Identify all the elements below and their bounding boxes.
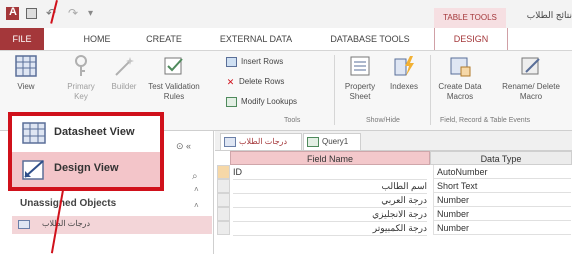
field-name-cell[interactable]: ID bbox=[233, 165, 427, 180]
row-selector[interactable] bbox=[217, 221, 230, 235]
indexes-label: Indexes bbox=[389, 82, 419, 91]
indexes-lightning-icon bbox=[394, 56, 414, 76]
show-hide-group-label: Show/Hide bbox=[366, 117, 400, 124]
ribbon-tab-bar: FILE HOME CREATE EXTERNAL DATA DATABASE … bbox=[0, 28, 572, 51]
table-design-grid: Field Name Data Type ID AutoNumber اسم ا… bbox=[217, 151, 572, 254]
query-icon bbox=[307, 136, 319, 147]
datasheet-view-icon bbox=[22, 122, 46, 144]
field-name-cell[interactable]: درجة الانجليزي bbox=[233, 207, 427, 222]
key-icon bbox=[75, 55, 87, 76]
field-name-cell[interactable]: درجة الكمبيوتر bbox=[233, 221, 427, 236]
builder-button[interactable]: Builder bbox=[104, 55, 144, 92]
view-button-label: View bbox=[17, 82, 35, 91]
tools-group-label: Tools bbox=[284, 117, 301, 124]
primary-key-label: Primary Key bbox=[67, 82, 95, 101]
row-selector[interactable] bbox=[217, 165, 230, 179]
data-macro-icon bbox=[450, 57, 471, 77]
doc-tab-table-label: درجات الطلاب bbox=[239, 137, 288, 146]
document-tab-bar: درجات الطلاب Query1 bbox=[215, 131, 572, 151]
row-selector[interactable] bbox=[217, 179, 230, 193]
chevron-up-icon[interactable]: ˄ bbox=[194, 201, 199, 210]
access-app-icon bbox=[6, 6, 19, 20]
create-data-macros-label: Create Data Macros bbox=[438, 82, 482, 101]
modify-lookups-label: Modify Lookups bbox=[241, 97, 298, 107]
delete-rows-button[interactable]: ✕ Delete Rows bbox=[226, 76, 285, 87]
rename-delete-macro-button[interactable]: Rename/ Delete Macro bbox=[494, 55, 568, 102]
table-view-icon bbox=[15, 55, 37, 77]
view-dropdown-menu: Datasheet View Design View bbox=[8, 112, 164, 191]
data-type-cell[interactable]: Short Text bbox=[433, 179, 571, 193]
datasheet-view-menu-item[interactable]: Datasheet View bbox=[12, 116, 160, 151]
redo-icon[interactable]: ↷ bbox=[68, 7, 79, 19]
insert-rows-button[interactable]: Insert Rows bbox=[226, 57, 283, 67]
chevron-up-icon[interactable]: ˄ bbox=[194, 185, 199, 194]
document-title: نتائج الطلاب bbox=[526, 10, 572, 20]
primary-key-button[interactable]: Primary Key bbox=[60, 55, 102, 102]
table-icon bbox=[18, 220, 30, 229]
group-separator bbox=[430, 55, 431, 125]
table-icon bbox=[224, 136, 236, 147]
nav-table-item[interactable]: درجات الطلاب bbox=[12, 216, 212, 234]
doc-tab-query[interactable]: Query1 bbox=[303, 133, 361, 150]
field-record-table-events-group-label: Field, Record & Table Events bbox=[440, 117, 531, 124]
modify-lookups-icon bbox=[226, 97, 237, 107]
rename-delete-macro-label: Rename/ Delete Macro bbox=[502, 82, 560, 101]
data-type-cell[interactable]: Number bbox=[433, 221, 571, 235]
field-name-header: Field Name bbox=[230, 151, 430, 165]
builder-wand-icon bbox=[115, 57, 134, 76]
data-type-header: Data Type bbox=[430, 151, 572, 165]
save-icon[interactable] bbox=[26, 8, 37, 19]
property-sheet-label: Property Sheet bbox=[344, 82, 376, 101]
modify-lookups-button[interactable]: Modify Lookups bbox=[226, 97, 297, 107]
design-view-menu-item[interactable]: Design View bbox=[12, 152, 160, 187]
contextual-tab-group-label: TABLE TOOLS bbox=[434, 8, 506, 28]
rename-macro-icon bbox=[521, 57, 540, 75]
insert-rows-icon bbox=[226, 57, 237, 67]
tab-design[interactable]: DESIGN bbox=[434, 28, 508, 50]
group-separator bbox=[334, 55, 335, 125]
data-type-cell[interactable]: AutoNumber bbox=[433, 165, 571, 179]
datasheet-view-label: Datasheet View bbox=[54, 126, 135, 138]
design-view-icon bbox=[22, 160, 44, 180]
view-button[interactable]: View bbox=[10, 55, 42, 92]
property-sheet-button[interactable]: Property Sheet bbox=[338, 55, 382, 102]
doc-tab-table[interactable]: درجات الطلاب bbox=[220, 133, 302, 150]
access-window: ↶ ↷ ▾ TABLE TOOLS نتائج الطلاب FILE HOME… bbox=[0, 0, 572, 254]
tab-external-data[interactable]: EXTERNAL DATA bbox=[208, 28, 304, 50]
delete-rows-label: Delete Rows bbox=[239, 77, 285, 86]
customize-quick-access-icon[interactable]: ▾ bbox=[88, 8, 99, 19]
data-type-cell[interactable]: Number bbox=[433, 193, 571, 207]
design-view-label: Design View bbox=[54, 162, 119, 174]
tab-database-tools[interactable]: DATABASE TOOLS bbox=[320, 28, 420, 50]
builder-label: Builder bbox=[111, 82, 137, 91]
search-icon[interactable]: ⌕ bbox=[192, 171, 198, 182]
row-selector[interactable] bbox=[217, 207, 230, 221]
unassigned-objects-group[interactable]: Unassigned Objects bbox=[20, 198, 116, 209]
validation-check-icon bbox=[164, 57, 183, 75]
indexes-button[interactable]: Indexes bbox=[386, 55, 422, 92]
title-bar: ↶ ↷ ▾ TABLE TOOLS نتائج الطلاب bbox=[0, 0, 572, 28]
tab-home[interactable]: HOME bbox=[72, 28, 122, 50]
tab-file[interactable]: FILE bbox=[0, 28, 44, 50]
tab-create[interactable]: CREATE bbox=[138, 28, 190, 50]
doc-tab-query-label: Query1 bbox=[322, 137, 349, 146]
data-type-cell[interactable]: Number bbox=[433, 207, 571, 221]
test-validation-rules-button[interactable]: Test Validation Rules bbox=[148, 55, 200, 102]
nav-table-item-label: درجات الطلاب bbox=[42, 219, 91, 228]
delete-rows-icon: ✕ bbox=[226, 76, 235, 87]
create-data-macros-button[interactable]: Create Data Macros bbox=[434, 55, 486, 102]
test-validation-rules-label: Test Validation Rules bbox=[148, 82, 200, 101]
insert-rows-label: Insert Rows bbox=[241, 57, 284, 67]
field-name-cell[interactable]: اسم الطالب bbox=[233, 179, 427, 194]
field-name-cell[interactable]: درجة العربي bbox=[233, 193, 427, 208]
nav-pane-controls[interactable]: ⊙ « bbox=[176, 141, 191, 152]
row-selector[interactable] bbox=[217, 193, 230, 207]
property-sheet-icon bbox=[350, 56, 370, 76]
